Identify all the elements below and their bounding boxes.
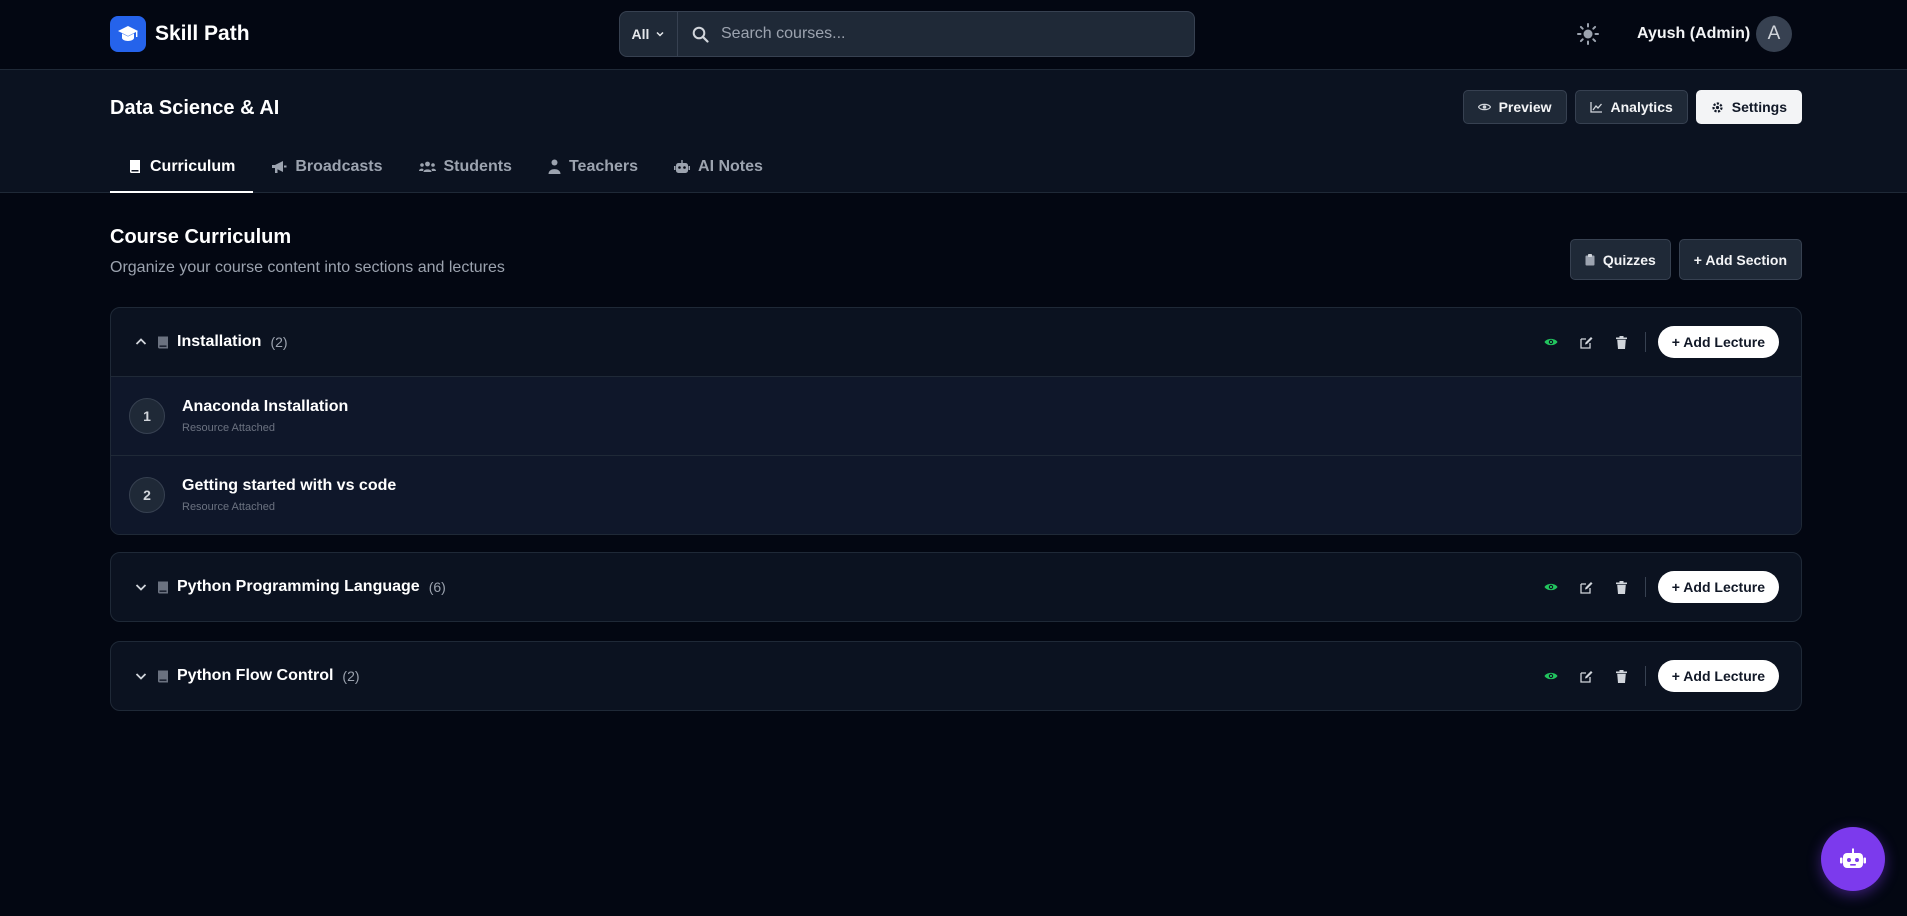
book-icon bbox=[158, 581, 168, 593]
section-count: (2) bbox=[342, 668, 360, 684]
section-header[interactable]: Installation (2) + Add Lecture bbox=[111, 308, 1801, 376]
tab-label: Teachers bbox=[568, 157, 639, 175]
course-actions: Preview Analytics Settings bbox=[1462, 90, 1802, 124]
section-count: (6) bbox=[428, 579, 446, 595]
lecture-title: Anaconda Installation bbox=[182, 398, 349, 415]
section-name: Python Programming Language bbox=[177, 578, 420, 595]
preview-label: Preview bbox=[1498, 99, 1552, 115]
chevron-down-icon[interactable] bbox=[133, 668, 149, 684]
lecture-row[interactable]: 1 Anaconda Installation Resource Attache… bbox=[111, 376, 1801, 455]
edit-icon[interactable] bbox=[1569, 570, 1604, 604]
settings-button[interactable]: Settings bbox=[1695, 90, 1802, 124]
robot-icon bbox=[674, 159, 691, 173]
theme-toggle-sun-icon[interactable] bbox=[1576, 22, 1600, 46]
tab-broadcasts[interactable]: Broadcasts bbox=[253, 142, 400, 193]
section-card: Python Programming Language (6) + Add Le… bbox=[110, 552, 1802, 622]
eye-icon bbox=[1477, 103, 1491, 111]
lecture-title: Getting started with vs code bbox=[182, 477, 397, 494]
analytics-label: Analytics bbox=[1610, 99, 1673, 115]
lecture-row[interactable]: 2 Getting started with vs code Resource … bbox=[111, 455, 1801, 534]
section-name: Python Flow Control bbox=[177, 667, 334, 684]
divider bbox=[1644, 577, 1646, 597]
trash-icon[interactable] bbox=[1604, 570, 1639, 604]
quizzes-button[interactable]: Quizzes bbox=[1569, 239, 1671, 280]
section-header[interactable]: Python Programming Language (6) + Add Le… bbox=[111, 553, 1801, 621]
visibility-eye-icon[interactable] bbox=[1534, 659, 1569, 693]
book-icon bbox=[158, 670, 168, 682]
tab-students[interactable]: Students bbox=[401, 142, 530, 193]
users-icon bbox=[418, 161, 436, 172]
teacher-icon bbox=[548, 159, 561, 174]
divider bbox=[1644, 332, 1646, 352]
section-card: Python Flow Control (2) + Add Lecture bbox=[110, 641, 1802, 711]
section-card: Installation (2) + Add Lecture 1 Anacond… bbox=[110, 307, 1802, 535]
megaphone-icon bbox=[272, 160, 287, 173]
divider bbox=[1644, 666, 1646, 686]
analytics-button[interactable]: Analytics bbox=[1574, 90, 1688, 124]
lecture-number: 1 bbox=[129, 398, 165, 434]
lecture-number: 2 bbox=[129, 477, 165, 513]
edit-icon[interactable] bbox=[1569, 325, 1604, 359]
trash-icon[interactable] bbox=[1604, 325, 1639, 359]
edit-icon[interactable] bbox=[1569, 659, 1604, 693]
book-icon bbox=[130, 160, 140, 173]
top-bar: Skill Path All Ayush (Admin) A bbox=[0, 0, 1907, 70]
tab-curriculum[interactable]: Curriculum bbox=[110, 142, 254, 193]
tab-label: Broadcasts bbox=[295, 157, 383, 175]
section-header[interactable]: Python Flow Control (2) + Add Lecture bbox=[111, 642, 1801, 710]
search-icon bbox=[692, 26, 709, 43]
user-name[interactable]: Ayush (Admin) bbox=[1637, 25, 1750, 43]
add-lecture-button[interactable]: + Add Lecture bbox=[1657, 571, 1779, 603]
lecture-meta: Resource Attached bbox=[182, 422, 275, 434]
preview-button[interactable]: Preview bbox=[1462, 90, 1567, 124]
add-lecture-button[interactable]: + Add Lecture bbox=[1657, 660, 1779, 692]
add-section-button[interactable]: + Add Section bbox=[1678, 239, 1802, 280]
chevron-down-icon bbox=[656, 31, 664, 37]
search-filter-value: All bbox=[631, 26, 650, 42]
section-count: (2) bbox=[270, 334, 288, 350]
section-tools: + Add Lecture bbox=[1534, 659, 1779, 693]
curriculum-subtitle: Organize your course content into sectio… bbox=[110, 259, 505, 276]
lecture-text: Anaconda Installation Resource Attached bbox=[182, 398, 348, 434]
tab-label: AI Notes bbox=[698, 157, 763, 175]
trash-icon[interactable] bbox=[1604, 659, 1639, 693]
section-name: Installation bbox=[177, 333, 262, 350]
tab-label: Students bbox=[443, 157, 512, 175]
ai-assistant-button[interactable] bbox=[1821, 827, 1885, 891]
lecture-meta: Resource Attached bbox=[182, 501, 275, 513]
tab-teachers[interactable]: Teachers bbox=[530, 142, 656, 193]
robot-icon bbox=[1840, 848, 1866, 868]
curriculum-title: Course Curriculum bbox=[110, 226, 292, 248]
clipboard-icon bbox=[1585, 253, 1595, 265]
book-icon bbox=[158, 336, 168, 348]
tab-label: Curriculum bbox=[150, 157, 236, 175]
search-bar: All bbox=[619, 11, 1195, 57]
course-tabs: Curriculum Broadcasts Students Teachers … bbox=[110, 142, 781, 193]
search-input[interactable] bbox=[721, 25, 1194, 43]
brand-name: Skill Path bbox=[155, 22, 250, 45]
chevron-up-icon[interactable] bbox=[133, 334, 149, 350]
section-tools: + Add Lecture bbox=[1534, 325, 1779, 359]
visibility-eye-icon[interactable] bbox=[1534, 325, 1569, 359]
curriculum-actions: Quizzes + Add Section bbox=[1569, 239, 1802, 280]
settings-label: Settings bbox=[1731, 99, 1787, 115]
tab-ai-notes[interactable]: AI Notes bbox=[656, 142, 781, 193]
lecture-text: Getting started with vs code Resource At… bbox=[182, 477, 396, 513]
course-title: Data Science & AI bbox=[110, 97, 280, 119]
brand[interactable]: Skill Path bbox=[110, 16, 250, 52]
gear-icon bbox=[1712, 101, 1723, 113]
search-filter-select[interactable]: All bbox=[620, 12, 678, 56]
graduation-cap-icon bbox=[110, 16, 146, 52]
visibility-eye-icon[interactable] bbox=[1534, 570, 1569, 604]
add-section-label: + Add Section bbox=[1693, 251, 1787, 268]
chevron-down-icon[interactable] bbox=[133, 579, 149, 595]
chart-icon bbox=[1589, 102, 1602, 113]
course-header: Data Science & AI Preview Analytics Sett… bbox=[0, 70, 1907, 193]
avatar[interactable]: A bbox=[1756, 16, 1792, 52]
add-lecture-button[interactable]: + Add Lecture bbox=[1657, 326, 1779, 358]
section-tools: + Add Lecture bbox=[1534, 570, 1779, 604]
quizzes-label: Quizzes bbox=[1602, 251, 1656, 268]
